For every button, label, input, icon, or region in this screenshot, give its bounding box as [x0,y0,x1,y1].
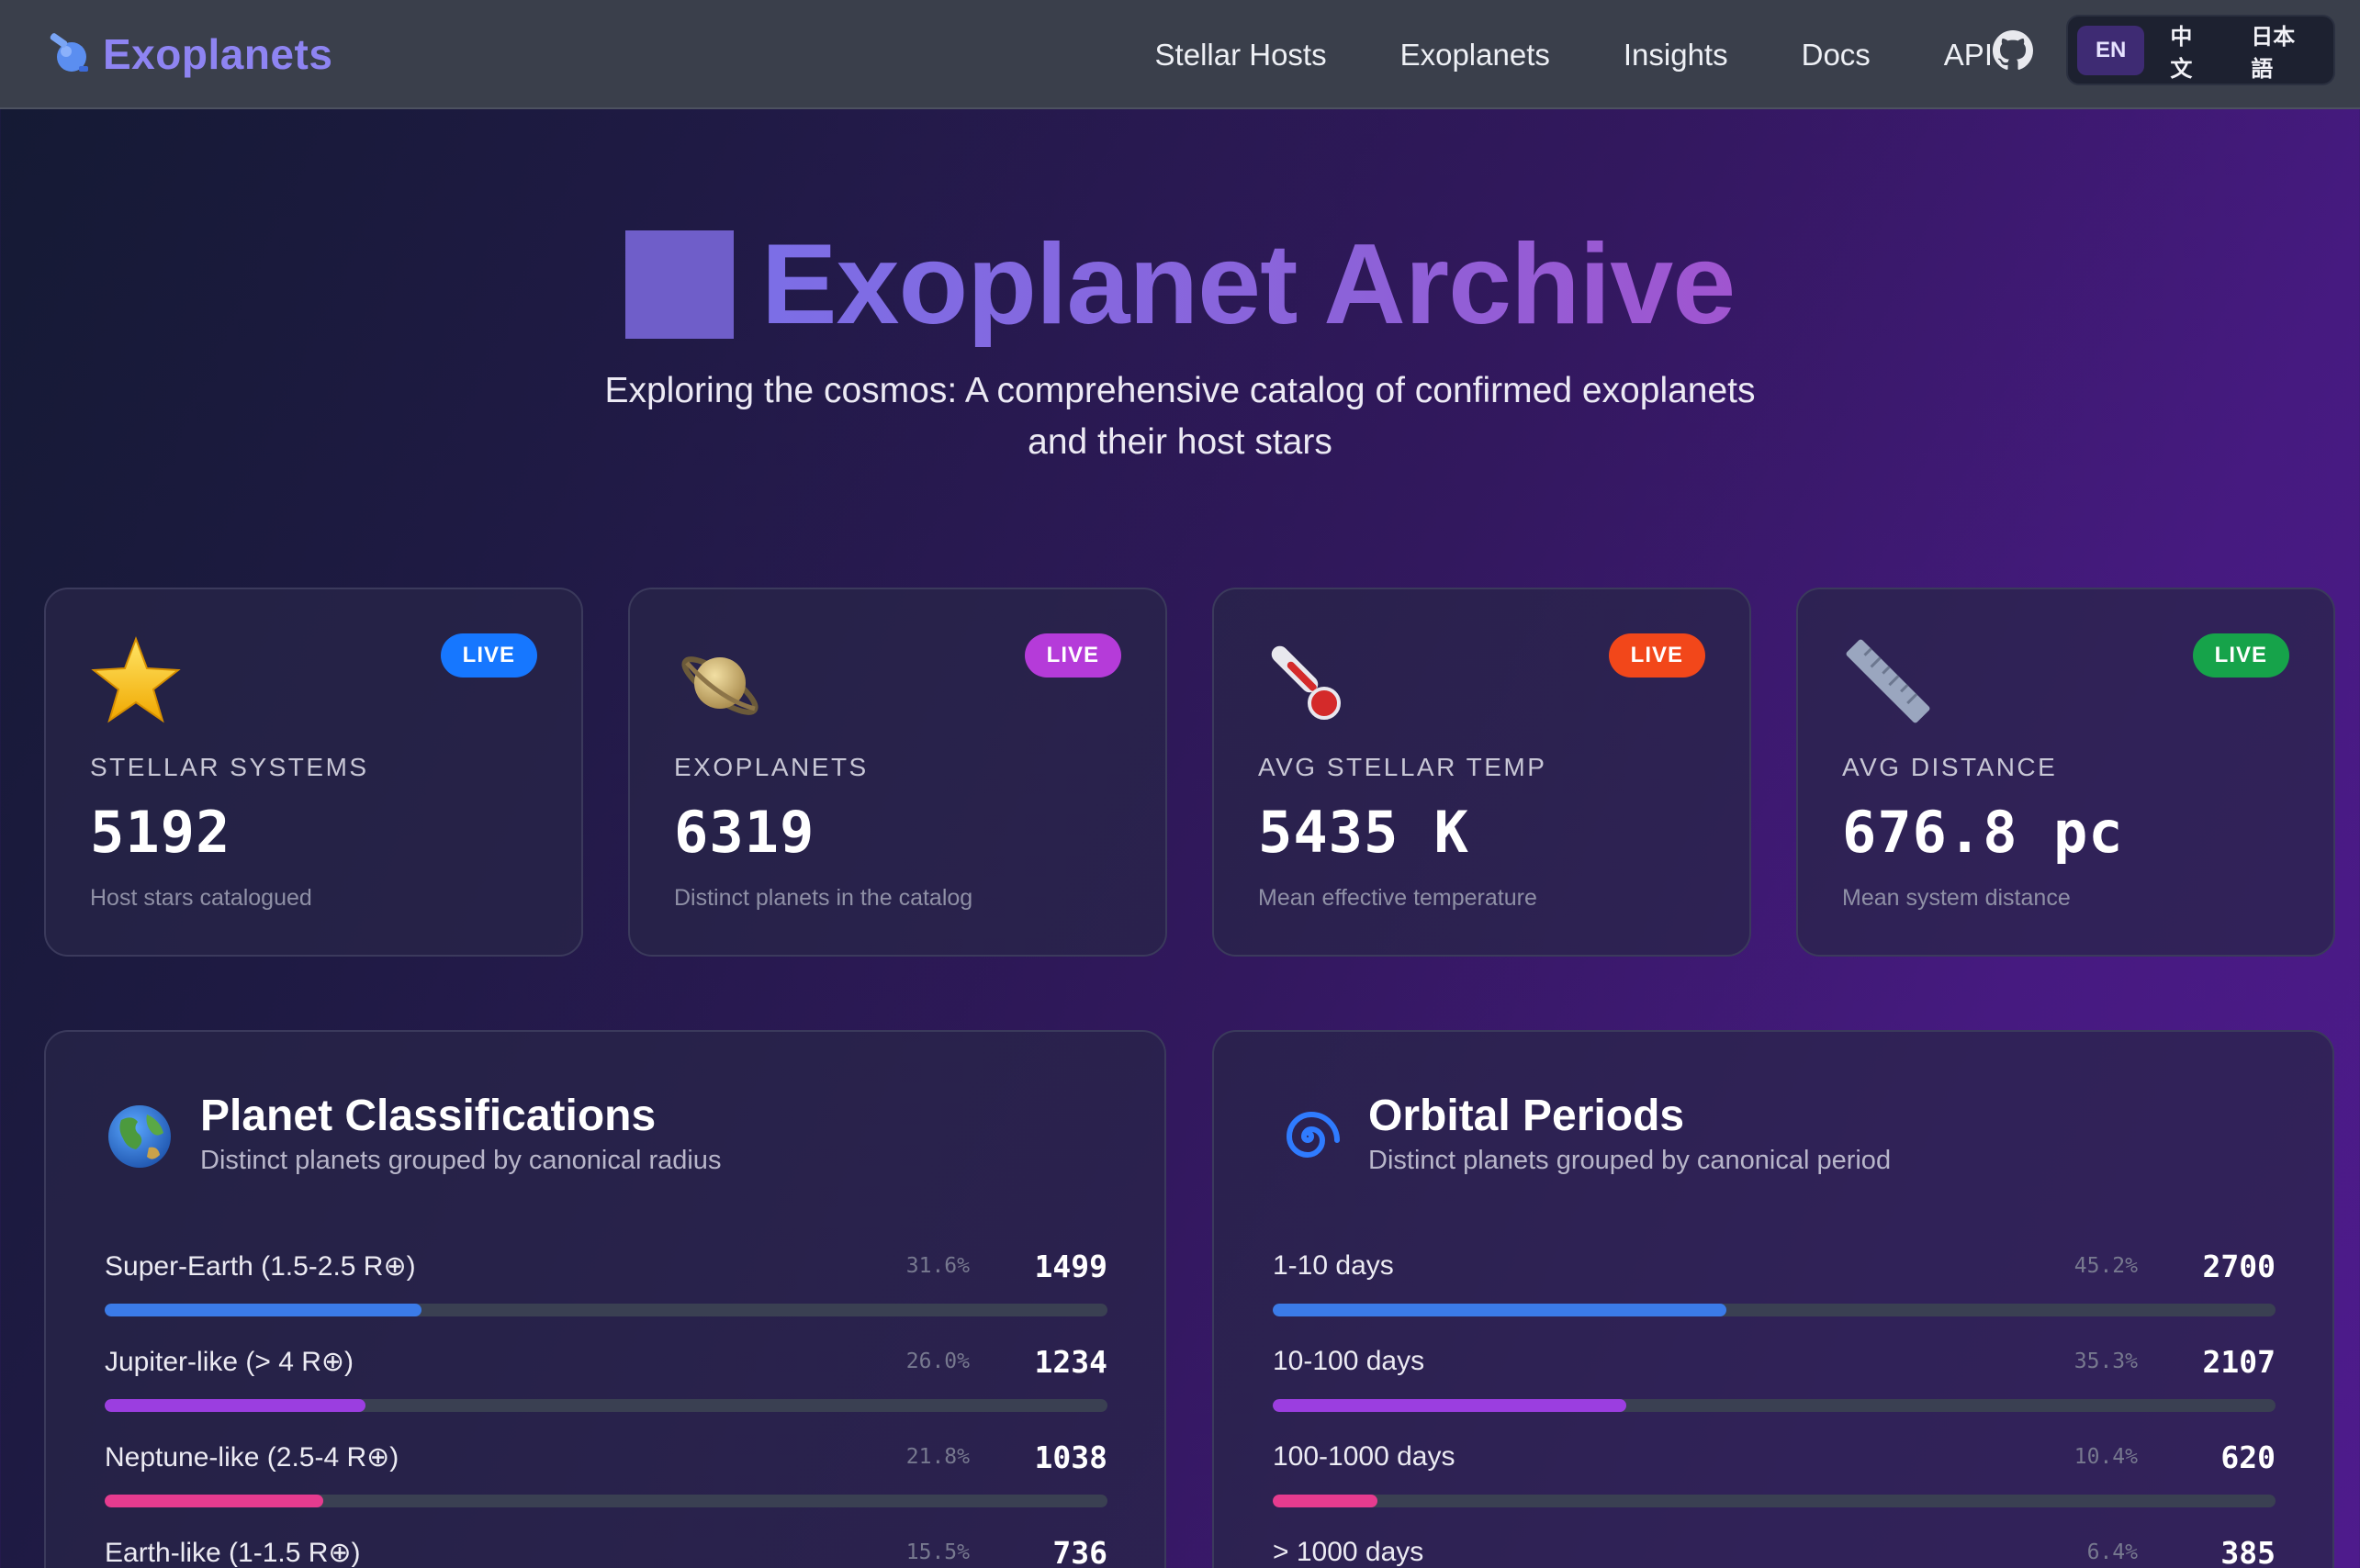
row-label: > 1000 days [1273,1537,1424,1567]
hero-subtitle-line1: Exploring the cosmos: A comprehensive ca… [604,371,1756,410]
distribution-row: > 1000 days 6.4% 385 [1273,1535,2276,1568]
page-title: Exoplanet Archive [760,221,1736,348]
progress-fill [1273,1304,1726,1316]
distribution-row: 100-1000 days 10.4% 620 [1273,1439,2276,1537]
nav-link-exoplanets[interactable]: Exoplanets [1400,38,1550,73]
row-label: Jupiter-like (> 4 R⊕) [105,1347,354,1377]
row-count: 2107 [2202,1344,2276,1380]
live-badge: LIVE [1024,633,1121,678]
progress-fill [1273,1495,1377,1507]
lang-en-button[interactable]: EN [2077,25,2145,75]
row-percent: 6.4% [2086,1540,2138,1564]
stat-card-avg-temp: LIVE AVG STELLAR TEMP 5435 K Mean effect… [1212,588,1751,957]
hero-subtitle: Exploring the cosmos: A comprehensive ca… [583,365,1777,468]
thermometer-icon [1271,645,1341,720]
stat-description: Mean system distance [1842,885,2071,911]
stat-card-stellar-systems: LIVE STELLAR SYSTEMS 5192 Host stars cat… [44,588,583,957]
row-label: 1-10 days [1273,1250,1394,1281]
live-badge: LIVE [2192,633,2289,678]
stat-value: 5192 [90,799,231,866]
row-percent: 10.4% [2073,1445,2138,1469]
row-label: 10-100 days [1273,1346,1425,1376]
row-count: 1038 [1034,1439,1107,1475]
row-label: Super-Earth (1.5-2.5 R⊕) [105,1251,416,1282]
language-switcher: EN 中文 日本語 [2066,15,2335,85]
distribution-row: Super-Earth (1.5-2.5 R⊕) 31.6% 1499 [105,1249,1107,1346]
brand-link[interactable]: Exoplanets [46,26,332,83]
spiral-galaxy-icon [1286,1111,1340,1159]
row-count: 1499 [1034,1249,1107,1284]
stat-value: 676.8 pc [1842,799,2124,866]
progress-track [1273,1304,2276,1316]
nav-link-docs[interactable]: Docs [1802,38,1871,73]
row-count: 620 [2220,1439,2276,1475]
star-icon [91,636,181,723]
stat-card-exoplanets: LIVE EXOPLANETS 6319 Distinct planets in… [628,588,1167,957]
stat-label: AVG DISTANCE [1842,753,2058,781]
nav-link-insights[interactable]: Insights [1624,38,1728,73]
github-icon[interactable] [1993,30,2033,71]
hero-square-icon [624,230,734,339]
stat-label: EXOPLANETS [674,753,869,781]
row-percent: 45.2% [2073,1254,2138,1278]
row-label: 100-1000 days [1273,1441,1455,1472]
row-percent: 15.5% [905,1540,970,1564]
stat-description: Mean effective temperature [1258,885,1537,911]
distribution-row: Jupiter-like (> 4 R⊕) 26.0% 1234 [105,1344,1107,1441]
progress-track [105,1304,1107,1316]
nav-link-api[interactable]: API [1944,38,1993,73]
hero-title: Exoplanet Archive [0,216,2360,353]
stat-label: AVG STELLAR TEMP [1258,753,1547,781]
progress-track [1273,1399,2276,1412]
brand-name: Exoplanets [103,30,333,78]
telescope-logo-icon [50,33,88,72]
distribution-row: 10-100 days 35.3% 2107 [1273,1344,2276,1441]
lang-zh-button[interactable]: 中文 [2152,25,2225,82]
distribution-row: Earth-like (1-1.5 R⊕) 15.5% 736 [105,1535,1107,1568]
ringed-planet-icon [681,656,759,715]
stat-label: STELLAR SYSTEMS [90,753,369,781]
stat-description: Host stars catalogued [90,885,312,911]
row-label: Neptune-like (2.5-4 R⊕) [105,1442,399,1473]
distribution-row: Neptune-like (2.5-4 R⊕) 21.8% 1038 [105,1439,1107,1537]
row-count: 1234 [1034,1344,1107,1380]
row-count: 2700 [2202,1249,2276,1284]
stat-description: Distinct planets in the catalog [674,885,973,911]
nav-link-stellar-hosts[interactable]: Stellar Hosts [1155,38,1327,73]
progress-fill [105,1304,422,1316]
panel-subtitle: Distinct planets grouped by canonical ra… [200,1146,722,1175]
globe-icon [108,1105,171,1168]
ruler-icon [1846,639,1930,723]
panel-title: Orbital Periods [1368,1092,1685,1140]
panel-orbital-periods: Orbital Periods Distinct planets grouped… [1212,1030,2334,1568]
stat-card-avg-distance: LIVE AVG DISTANCE 676.8 pc Mean system d… [1796,588,2335,957]
row-label: Earth-like (1-1.5 R⊕) [105,1538,361,1568]
progress-fill [1273,1399,1627,1412]
nav-links: Stellar Hosts Exoplanets Insights Docs A… [1082,0,1993,109]
row-percent: 26.0% [905,1350,970,1373]
stat-value: 5435 K [1258,799,1469,866]
panel-title: Planet Classifications [200,1092,657,1140]
live-badge: LIVE [1608,633,1705,678]
progress-fill [105,1399,365,1412]
row-count: 736 [1052,1535,1107,1568]
row-percent: 21.8% [905,1445,970,1469]
progress-fill [105,1495,324,1507]
stat-value: 6319 [674,799,815,866]
progress-track [105,1399,1107,1412]
distribution-row: 1-10 days 45.2% 2700 [1273,1249,2276,1346]
panel-planet-classifications: Planet Classifications Distinct planets … [44,1030,1166,1568]
lang-ja-button[interactable]: 日本語 [2232,25,2324,82]
live-badge: LIVE [440,633,537,678]
hero-subtitle-line2: and their host stars [1028,422,1332,462]
row-count: 385 [2220,1535,2276,1568]
progress-track [1273,1495,2276,1507]
row-percent: 31.6% [905,1254,970,1278]
progress-track [105,1495,1107,1507]
panel-subtitle: Distinct planets grouped by canonical pe… [1368,1146,1892,1175]
row-percent: 35.3% [2073,1350,2138,1373]
top-navbar: Exoplanets Stellar Hosts Exoplanets Insi… [0,0,2360,109]
